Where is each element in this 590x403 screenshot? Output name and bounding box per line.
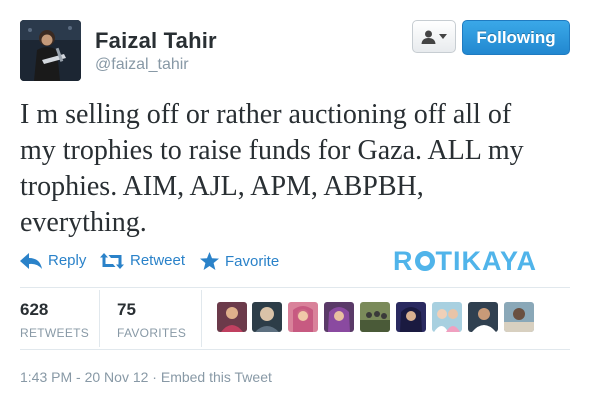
stat-separator <box>99 290 100 347</box>
divider-bottom <box>20 349 570 350</box>
retweets-count: 628 <box>20 300 49 319</box>
favoriter-avatar[interactable] <box>217 302 247 332</box>
favorite-label: Favorite <box>225 252 280 270</box>
watermark-text-start: R <box>393 246 414 276</box>
tweet-text-line: my trophies to raise funds for Gaza. ALL… <box>20 135 524 166</box>
user-handle[interactable]: @faizal_tahir <box>95 56 189 74</box>
reply-button[interactable]: Reply <box>20 252 86 269</box>
stat-separator <box>201 290 202 347</box>
favorite-button[interactable]: Favorite <box>200 252 279 270</box>
tweet-text-line: trophies. AIM, AJL, APM, ABPBH, <box>20 171 424 202</box>
user-actions-dropdown-button[interactable] <box>412 20 456 53</box>
reply-icon <box>20 252 42 269</box>
tweet-text-line: I m selling off or rather auctioning off… <box>20 99 512 130</box>
retweets-stat[interactable]: 628 RETWEETS <box>20 300 89 340</box>
retweet-button[interactable]: Retweet <box>100 252 185 269</box>
favoriter-avatar[interactable] <box>504 302 534 332</box>
tweet-text: I m selling off or rather auctioning off… <box>20 97 575 241</box>
tweet-text-line: everything. <box>20 207 147 238</box>
retweets-label: RETWEETS <box>20 326 90 340</box>
timestamp-link[interactable]: 1:43 PM - 20 Nov 12 <box>20 369 148 385</box>
favoriter-avatar[interactable] <box>288 302 318 332</box>
tweet-footer: 1:43 PM - 20 Nov 12 · Embed this Tweet <box>20 369 272 385</box>
favoriter-avatar[interactable] <box>360 302 390 332</box>
retweet-label: Retweet <box>130 252 186 269</box>
user-name[interactable]: Faizal Tahir <box>95 28 217 54</box>
retweet-icon <box>100 252 124 269</box>
watermark-o-icon <box>414 251 435 271</box>
following-button[interactable]: Following <box>462 20 570 55</box>
star-icon <box>200 252 219 270</box>
watermark-text-end: TIKAYA <box>435 246 538 276</box>
footer-separator: · <box>152 369 157 385</box>
rotikaya-watermark: R TIKAYA <box>393 246 537 277</box>
favorites-stat[interactable]: 75 FAVORITES <box>117 300 186 340</box>
avatar-image <box>20 20 81 81</box>
embed-tweet-link[interactable]: Embed this Tweet <box>161 369 272 385</box>
tweet-card: Faizal Tahir @faizal_tahir Following I m… <box>0 0 590 403</box>
reply-label: Reply <box>48 252 87 269</box>
user-avatar[interactable] <box>20 20 81 81</box>
favoriter-avatar[interactable] <box>432 302 462 332</box>
user-icon <box>421 30 436 44</box>
favorites-label: FAVORITES <box>117 326 187 340</box>
favoriter-avatar[interactable] <box>324 302 354 332</box>
caret-down-icon <box>439 34 447 39</box>
favoriter-avatar[interactable] <box>468 302 498 332</box>
favoriter-avatar[interactable] <box>396 302 426 332</box>
divider-top <box>20 287 570 288</box>
favorites-count: 75 <box>117 300 136 319</box>
favoriter-avatar[interactable] <box>252 302 282 332</box>
